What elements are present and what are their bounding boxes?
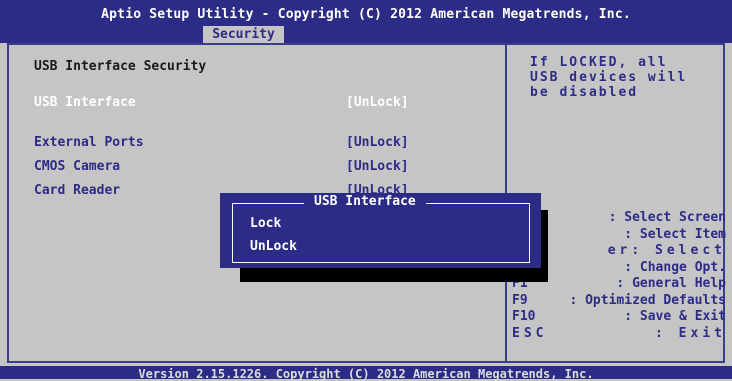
app-title: Aptio Setup Utility - Copyright (C) 2012… xyxy=(101,7,631,22)
key-row: F9: Optimized Defaults xyxy=(512,292,726,308)
help-line: USB devices will xyxy=(530,70,688,85)
help-text: If LOCKED, all USB devices will be disab… xyxy=(530,55,720,100)
setting-value: [UnLock] xyxy=(346,159,409,174)
key-row: F10: Save & Exit xyxy=(512,309,726,324)
option-unlock[interactable]: UnLock xyxy=(250,239,297,254)
dialog-title: USB Interface xyxy=(304,195,426,209)
help-line: If LOCKED, all xyxy=(530,55,668,70)
setting-label: USB Interface xyxy=(34,95,136,110)
setting-value: [UnLock] xyxy=(346,95,409,110)
tab-security[interactable]: Security xyxy=(203,26,284,43)
setting-label: External Ports xyxy=(34,135,144,150)
option-lock[interactable]: Lock xyxy=(250,216,281,231)
setting-label: Card Reader xyxy=(34,183,121,198)
setting-cmos-camera[interactable]: CMOS Camera [UnLock] xyxy=(34,159,434,177)
setting-label: CMOS Camera xyxy=(34,159,121,174)
usb-interface-dialog: USB Interface Lock UnLock xyxy=(220,193,541,268)
setting-external-ports[interactable]: External Ports [UnLock] xyxy=(34,135,434,153)
section-heading: USB Interface Security xyxy=(34,59,207,74)
help-line: be disabled xyxy=(530,85,639,100)
dialog-border xyxy=(232,203,530,263)
key-row: ESC: Exit xyxy=(512,325,726,341)
setting-value: [UnLock] xyxy=(346,135,409,150)
setting-usb-interface[interactable]: USB Interface [UnLock] xyxy=(34,95,434,113)
